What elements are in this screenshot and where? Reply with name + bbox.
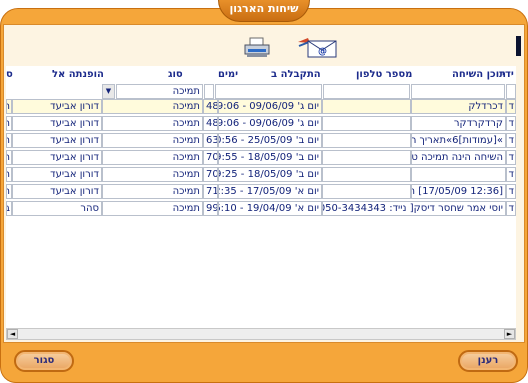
cell-days: 48 bbox=[203, 116, 218, 131]
close-button[interactable]: סגור bbox=[14, 350, 74, 372]
cell-days: 70 bbox=[203, 167, 218, 182]
cell-content: השיחה הינה תמיכה טכ bbox=[411, 150, 506, 165]
cell-received: יום ג' 09/06/09 - 09:06 bbox=[218, 116, 322, 131]
cell-days: 63 bbox=[203, 133, 218, 148]
cell-type: תמיכה bbox=[102, 116, 203, 131]
cell-type: תמיכה bbox=[102, 184, 203, 199]
cell-type: תמיכה bbox=[102, 150, 203, 165]
table-row[interactable]: ח דורון אביעד תמיכה 71 יום א' 17/05/09 -… bbox=[6, 184, 516, 200]
cell-by: ד bbox=[506, 167, 516, 182]
cell-received: יום ג' 09/06/09 - 09:06 bbox=[218, 99, 322, 114]
table-row[interactable]: ח דורון אביעד תמיכה 63 יום ב' 25/05/09 -… bbox=[6, 133, 516, 149]
cell-content bbox=[411, 167, 506, 182]
vertical-scrollbar[interactable] bbox=[516, 36, 521, 56]
cell-content: דכרדלק bbox=[411, 99, 506, 114]
cell-by: ד bbox=[506, 201, 516, 216]
cell-type: תמיכה bbox=[102, 201, 203, 216]
received-filter[interactable] bbox=[215, 84, 322, 99]
printer-icon[interactable] bbox=[242, 37, 272, 62]
cell-assignee: דורון אביעד bbox=[12, 167, 102, 182]
cell-content: »[עמודות]6»תאריך הכ bbox=[411, 133, 506, 148]
cell-phone bbox=[322, 184, 411, 199]
cell-content: קרדקרדקר bbox=[411, 116, 506, 131]
scroll-left-icon[interactable]: ◄ bbox=[7, 329, 18, 339]
cell-received: יום ב' 25/05/09 - 10:56 bbox=[218, 133, 322, 148]
days-filter[interactable] bbox=[204, 84, 214, 99]
cell-type: תמיכה bbox=[102, 133, 203, 148]
cell-assignee: דורון אביעד bbox=[12, 116, 102, 131]
scroll-right-icon[interactable]: ► bbox=[504, 329, 515, 339]
svg-text:@: @ bbox=[318, 47, 327, 57]
col-header-days[interactable]: ימים bbox=[218, 69, 238, 85]
table-row[interactable]: ח דורון אביעד תמיכה 48 יום ג' 09/06/09 -… bbox=[6, 99, 516, 115]
cell-by: ד bbox=[506, 133, 516, 148]
refresh-button[interactable]: רענן bbox=[458, 350, 518, 372]
cell-phone bbox=[322, 99, 411, 114]
cell-content: [12:36 17/05/09] ת bbox=[411, 184, 506, 199]
type-filter-value[interactable]: תמיכה bbox=[116, 84, 203, 99]
cell-days: 71 bbox=[203, 184, 218, 199]
cell-by: ד bbox=[506, 99, 516, 114]
filter-row: ▼ תמיכה bbox=[6, 84, 516, 99]
table-row[interactable]: ח דורון אביעד תמיכה 70 יום ב' 18/05/09 -… bbox=[6, 150, 516, 166]
cell-assignee: דורון אביעד bbox=[12, 150, 102, 165]
table-row[interactable]: ח דורון אביעד תמיכה 70 יום ב' 18/05/09 -… bbox=[6, 167, 516, 183]
cell-assignee: סהר bbox=[12, 201, 102, 216]
table-row[interactable]: ב סהר תמיכה 99 יום א' 19/04/09 - 16:10 י… bbox=[6, 201, 516, 217]
cell-days: 48 bbox=[203, 99, 218, 114]
col-header-content[interactable]: תוכן השיחה bbox=[452, 69, 506, 85]
cell-received: יום א' 19/04/09 - 16:10 bbox=[218, 201, 322, 216]
col-header-received[interactable]: התקבלה ב bbox=[271, 69, 321, 85]
cell-assignee: דורון אביעד bbox=[12, 184, 102, 199]
cell-days: 70 bbox=[203, 150, 218, 165]
email-icon[interactable]: @ bbox=[296, 37, 338, 62]
cell-content-phone: יוסי אמר שחסר דיסק[ נייד: 050-3434343 ] bbox=[322, 201, 506, 216]
col-header-by[interactable]: ל ידי bbox=[502, 69, 516, 85]
col-header-assignee[interactable]: הופנתה אל bbox=[52, 69, 104, 85]
cell-by: ד bbox=[506, 116, 516, 131]
phone-filter[interactable] bbox=[323, 84, 410, 99]
col-header-type[interactable]: סוג bbox=[168, 69, 183, 85]
cell-assignee: דורון אביעד bbox=[12, 99, 102, 114]
col-header-phone[interactable]: מספר טלפון bbox=[356, 69, 412, 85]
by-filter[interactable] bbox=[506, 84, 516, 99]
cell-phone bbox=[322, 167, 411, 182]
cell-type: תמיכה bbox=[102, 167, 203, 182]
cell-received: יום ב' 18/05/09 - 09:25 bbox=[218, 167, 322, 182]
cell-received: יום ב' 18/05/09 - 09:55 bbox=[218, 150, 322, 165]
table-row[interactable]: ח דורון אביעד תמיכה 48 יום ג' 09/06/09 -… bbox=[6, 116, 516, 132]
window-title: שיחות הארגון bbox=[218, 0, 310, 22]
content-filter[interactable] bbox=[411, 84, 505, 99]
cell-by: ד bbox=[506, 184, 516, 199]
cell-type: תמיכה bbox=[102, 99, 203, 114]
toolbar: @ bbox=[0, 37, 528, 61]
col-header-0[interactable]: ס bbox=[6, 69, 13, 85]
cell-assignee: דורון אביעד bbox=[12, 133, 102, 148]
cell-days: 99 bbox=[203, 201, 218, 216]
cell-phone bbox=[322, 116, 411, 131]
cell-phone bbox=[322, 150, 411, 165]
cell-phone bbox=[322, 133, 411, 148]
calls-table: ס הופנתה אל סוג ימים התקבלה ב מספר טלפון… bbox=[6, 66, 516, 328]
cell-received: יום א' 17/05/09 - 12:35 bbox=[218, 184, 322, 199]
cell-by: ד bbox=[506, 150, 516, 165]
type-filter-dropdown[interactable]: ▼ bbox=[102, 84, 115, 99]
horizontal-scrollbar[interactable]: ◄ ► bbox=[6, 328, 516, 340]
